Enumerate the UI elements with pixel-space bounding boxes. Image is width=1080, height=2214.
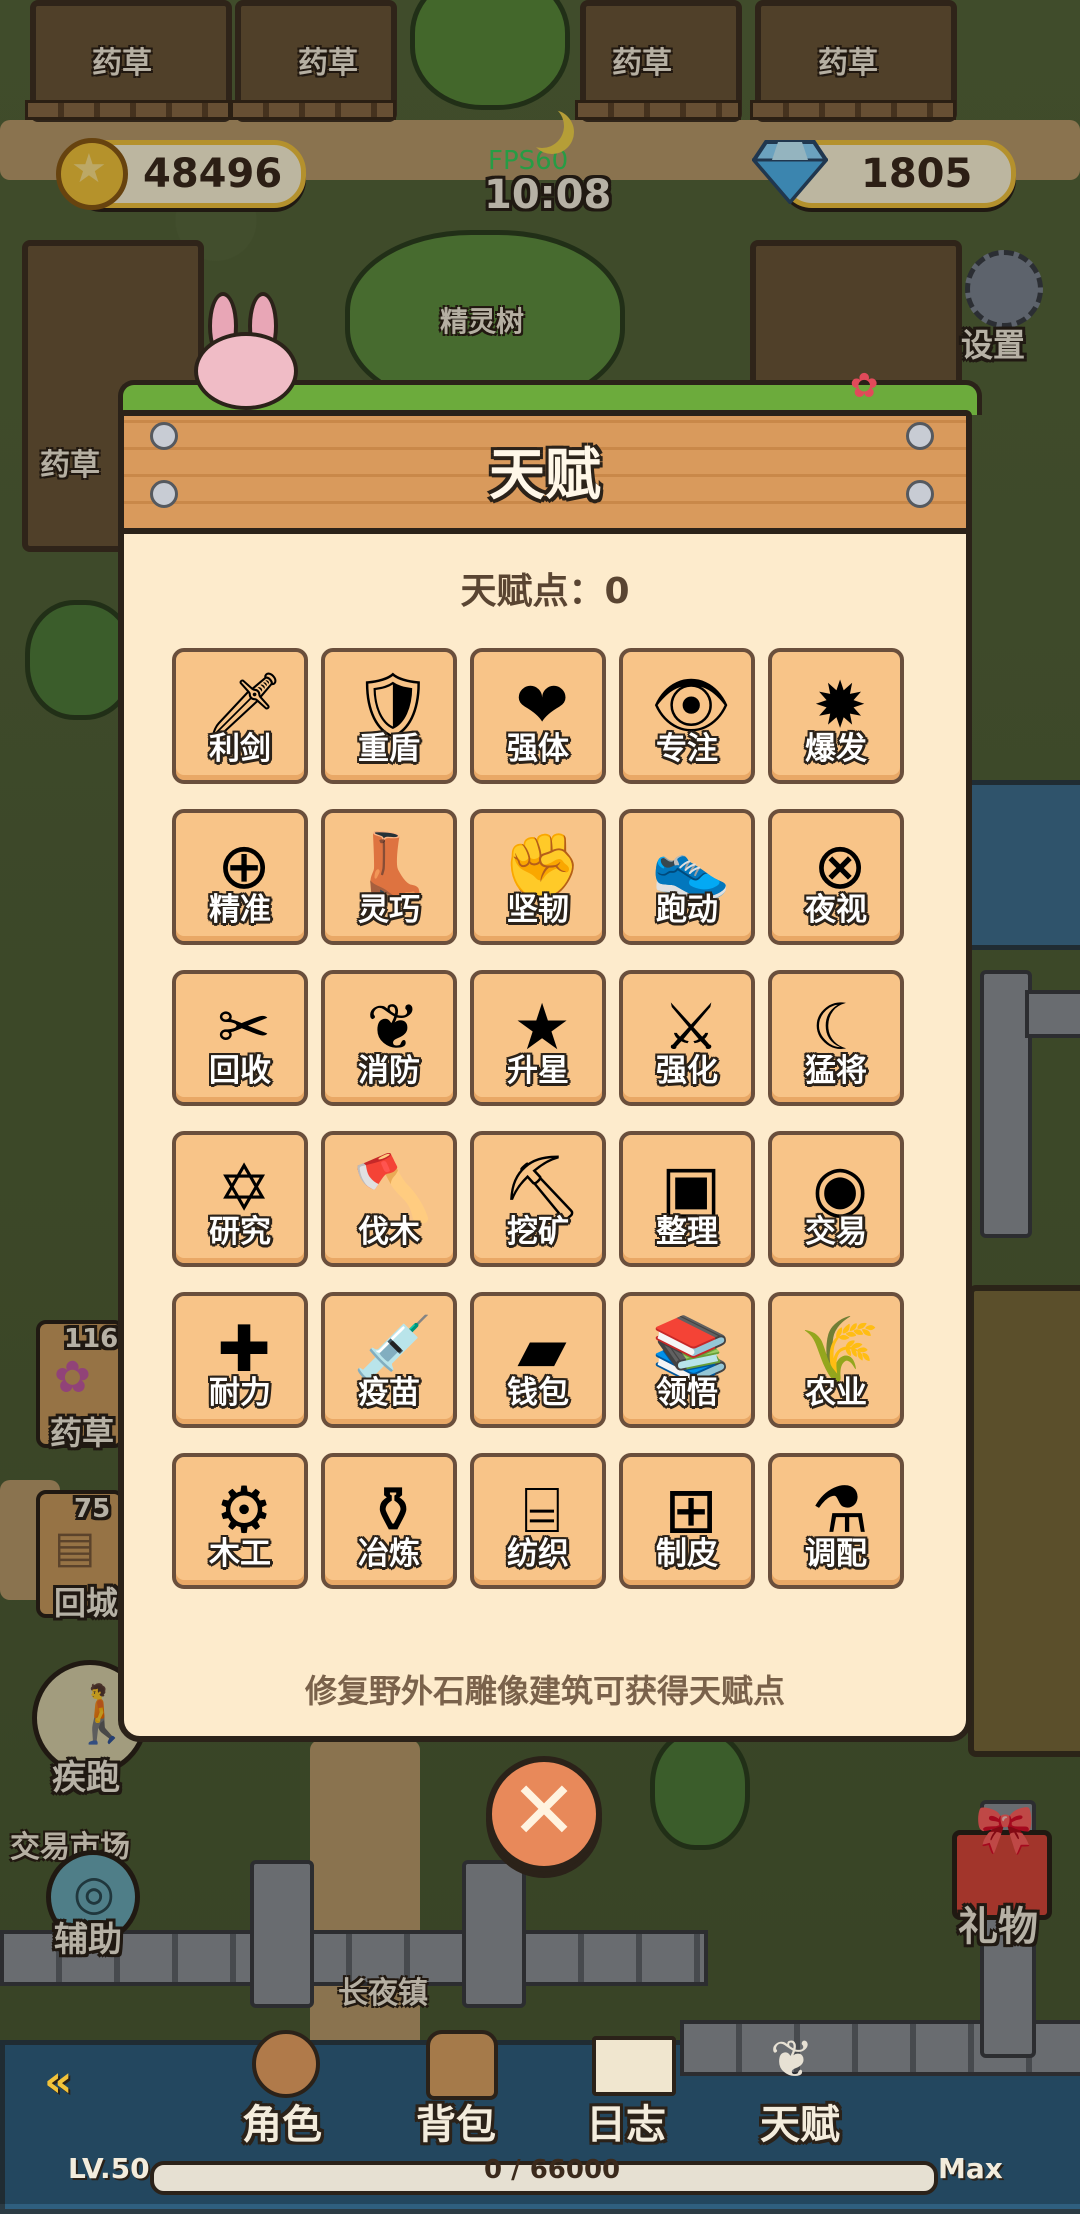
nav-label: 天赋 xyxy=(760,2102,840,2148)
nav-label: 日志 xyxy=(586,2102,666,2148)
flower-icon: ✿ xyxy=(850,366,879,406)
talent-slot[interactable]: ✹ 爆发 xyxy=(768,648,904,784)
nav-label: 角色 xyxy=(242,2102,322,2148)
talent-label: 回收 xyxy=(209,1053,271,1089)
nav-journal[interactable]: 日志 xyxy=(582,2030,682,2148)
talent-label: 猛将 xyxy=(805,1053,867,1089)
nav-label: 背包 xyxy=(416,2102,496,2148)
max-label: Max xyxy=(938,2152,1003,2185)
talent-slot[interactable]: ✚ 耐力 xyxy=(172,1292,308,1428)
talent-slot[interactable]: ⛏ 挖矿 xyxy=(470,1131,606,1267)
talent-label: 耐力 xyxy=(209,1375,271,1411)
talent-slot[interactable]: 🪓 伐木 xyxy=(321,1131,457,1267)
talent-label: 交易 xyxy=(805,1214,867,1250)
talent-slot[interactable]: ⚗ 调配 xyxy=(768,1453,904,1589)
talent-label: 消防 xyxy=(358,1053,420,1089)
talent-slot[interactable]: ☾ 猛将 xyxy=(768,970,904,1106)
talent-label: 精准 xyxy=(209,892,271,928)
talent-label: 爆发 xyxy=(805,731,867,767)
talent-slot[interactable]: ⊕ 精准 xyxy=(172,809,308,945)
talent-slot[interactable]: ▰ 钱包 xyxy=(470,1292,606,1428)
talent-slot[interactable]: ◉ 交易 xyxy=(768,1131,904,1267)
talent-slot[interactable]: 🌾 农业 xyxy=(768,1292,904,1428)
talent-points: 天赋点：0 xyxy=(460,571,630,612)
talent-label: 调配 xyxy=(805,1536,867,1572)
talent-label: 伐木 xyxy=(358,1214,420,1250)
talent-label: 钱包 xyxy=(507,1375,569,1411)
collapse-arrows-icon[interactable]: « xyxy=(44,2056,72,2107)
close-button[interactable]: ✕ xyxy=(486,1756,602,1872)
talent-label: 制皮 xyxy=(656,1536,718,1572)
nav-talent[interactable]: ❦ 天赋 xyxy=(752,2030,862,2148)
talent-slot[interactable]: 🛡 重盾 xyxy=(321,648,457,784)
backpack-icon xyxy=(426,2030,498,2100)
talent-label: 整理 xyxy=(656,1214,718,1250)
talent-slot[interactable]: 👢 灵巧 xyxy=(321,809,457,945)
panel-title: 天赋 xyxy=(489,443,601,508)
talent-label: 挖矿 xyxy=(507,1214,569,1250)
talent-slot[interactable]: 👟 跑动 xyxy=(619,809,755,945)
talent-slot[interactable]: ⊞ 制皮 xyxy=(619,1453,755,1589)
talent-slot[interactable]: ⚙ 木工 xyxy=(172,1453,308,1589)
talent-grid: 🗡 利剑 🛡 重盾 ❤ 强体 👁 专注 ✹ 爆发 ⊕ 精准 👢 灵巧 ✊ 坚韧 👟 跑动 ⊗ 夜视 ✂ 回收 ❦ 消防 ★ 升星 ⚔… xyxy=(172,648,912,1589)
talent-slot[interactable]: ✂ 回收 xyxy=(172,970,308,1106)
talent-slot[interactable]: 🗡 利剑 xyxy=(172,648,308,784)
talent-slot[interactable]: ⚔ 强化 xyxy=(619,970,755,1106)
talent-slot[interactable]: ⌸ 纺织 xyxy=(470,1453,606,1589)
talent-slot[interactable]: ✊ 坚韧 xyxy=(470,809,606,945)
rabbit-icon xyxy=(190,292,300,410)
talent-slot[interactable]: ✡ 研究 xyxy=(172,1131,308,1267)
talent-label: 农业 xyxy=(805,1375,867,1411)
talent-label: 纺织 xyxy=(507,1536,569,1572)
journal-icon xyxy=(592,2036,676,2096)
talent-label: 研究 xyxy=(209,1214,271,1250)
talent-label: 强体 xyxy=(507,731,569,767)
talent-label: 升星 xyxy=(507,1053,569,1089)
nav-backpack[interactable]: 背包 xyxy=(410,2030,510,2148)
talent-slot[interactable]: ★ 升星 xyxy=(470,970,606,1106)
talent-wings-icon: ❦ xyxy=(770,2030,814,2090)
talent-slot[interactable]: ▣ 整理 xyxy=(619,1131,755,1267)
talent-label: 专注 xyxy=(656,731,718,767)
talent-label: 强化 xyxy=(656,1053,718,1089)
talent-label: 重盾 xyxy=(358,731,420,767)
xp-text: 0 / 66000 xyxy=(484,2155,621,2185)
talent-label: 灵巧 xyxy=(358,892,420,928)
talent-label: 夜视 xyxy=(805,892,867,928)
talent-slot[interactable]: ❤ 强体 xyxy=(470,648,606,784)
talent-label: 木工 xyxy=(209,1536,271,1572)
talent-slot[interactable]: ⊗ 夜视 xyxy=(768,809,904,945)
close-icon: ✕ xyxy=(510,1764,578,1857)
talent-slot[interactable]: 📚 领悟 xyxy=(619,1292,755,1428)
talent-label: 冶炼 xyxy=(358,1536,420,1572)
player-level: LV.50 xyxy=(68,2152,150,2185)
nav-character[interactable]: 角色 xyxy=(232,2030,332,2148)
talent-label: 利剑 xyxy=(209,731,271,767)
talent-slot[interactable]: ⚱ 冶炼 xyxy=(321,1453,457,1589)
talent-hint: 修复野外石雕像建筑可获得天赋点 xyxy=(304,1672,785,1710)
talent-slot[interactable]: 💉 疫苗 xyxy=(321,1292,457,1428)
character-icon xyxy=(252,2030,320,2098)
talent-slot[interactable]: 👁 专注 xyxy=(619,648,755,784)
talent-label: 跑动 xyxy=(656,892,718,928)
talent-label: 坚韧 xyxy=(507,892,569,928)
talent-slot[interactable]: ❦ 消防 xyxy=(321,970,457,1106)
talent-label: 疫苗 xyxy=(358,1375,420,1411)
talent-label: 领悟 xyxy=(656,1375,718,1411)
